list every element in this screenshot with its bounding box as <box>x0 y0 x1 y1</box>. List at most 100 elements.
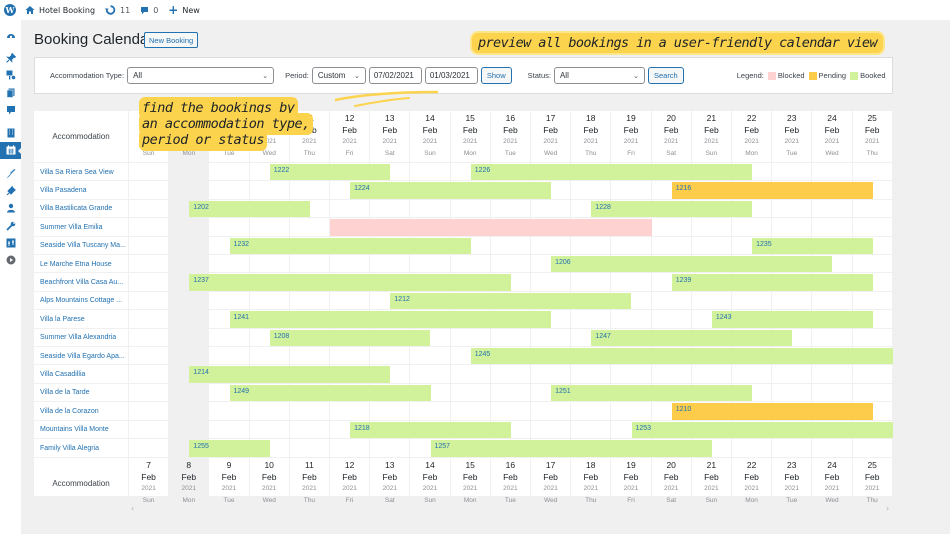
day-number: 15 <box>465 113 475 123</box>
booking-booked[interactable]: 1253 <box>631 421 893 439</box>
accommodation-link[interactable]: Villa Pasadena <box>34 181 129 200</box>
accommodation-link[interactable]: Summer Villa Alexandria <box>34 328 129 347</box>
accommodation-link[interactable]: Beachfront Villa Casa Au... <box>34 273 129 292</box>
sidebar-item-appearance[interactable] <box>0 165 21 182</box>
accommodation-link[interactable]: Family Villa Alegria <box>34 439 129 458</box>
booking-booked[interactable]: 1243 <box>711 311 873 329</box>
date-from-input[interactable]: 07/02/2021 <box>368 67 422 84</box>
wordpress-logo-button[interactable]: W <box>0 0 20 20</box>
sidebar-item-dashboard[interactable] <box>0 26 21 43</box>
day-month: Feb <box>462 472 478 483</box>
booking-booked[interactable]: 1228 <box>591 200 753 218</box>
day-cell <box>772 163 813 182</box>
date-to-input[interactable]: 01/03/2021 <box>424 67 478 84</box>
booking-booked[interactable]: 1257 <box>430 440 712 457</box>
sidebar-item-bookings[interactable] <box>0 141 22 160</box>
sidebar-item-posts[interactable] <box>0 49 21 66</box>
booking-booked[interactable]: 1212 <box>390 292 632 310</box>
scroll-left-button[interactable]: ‹ <box>131 504 134 513</box>
booking-booked[interactable]: 1226 <box>470 164 753 181</box>
accommodation-link[interactable]: Villa Sa Riera Sea View <box>34 163 129 182</box>
booking-booked[interactable]: 1208 <box>269 329 431 347</box>
accommodation-link[interactable]: Le Marche Etna House <box>34 255 129 274</box>
new-booking-button[interactable]: New Booking <box>144 32 199 48</box>
day-year: 2021 <box>503 485 518 493</box>
day-header: 22 Feb 2021 Mon <box>732 458 773 510</box>
sidebar-item-comments[interactable] <box>0 101 21 118</box>
sidebar-item-pages[interactable] <box>0 84 21 101</box>
period-select[interactable]: Custom ⌄ <box>311 67 366 84</box>
accommodation-link[interactable]: Villa Bastilicata Grande <box>34 199 129 219</box>
day-cell <box>250 291 290 311</box>
sidebar-item-plugins[interactable] <box>0 182 21 199</box>
booking-pending[interactable]: 1216 <box>671 182 873 200</box>
legend-pending: Pending <box>818 71 847 80</box>
booking-booked[interactable]: 1249 <box>229 384 431 402</box>
day-month: Feb <box>824 472 840 483</box>
day-header: 14 Feb 2021 Sun <box>410 458 451 510</box>
booking-pending[interactable]: 1210 <box>671 403 873 421</box>
booking-booked[interactable]: 1255 <box>189 440 270 457</box>
booking-booked[interactable]: 1245 <box>470 348 893 365</box>
booking-booked[interactable]: 1218 <box>350 421 511 439</box>
day-year: 2021 <box>824 138 840 145</box>
search-button[interactable]: Search <box>647 67 684 84</box>
new-content-link[interactable]: + New <box>163 0 205 20</box>
accommodation-type-select[interactable]: All ⌄ <box>127 67 275 84</box>
accommodation-link[interactable]: Villa la Parese <box>34 310 129 329</box>
dashboard-icon <box>6 33 15 38</box>
accommodation-link[interactable]: Villa Casadillia <box>34 365 129 384</box>
day-cell <box>611 402 652 421</box>
booking-booked[interactable]: 1241 <box>229 311 552 329</box>
booking-booked[interactable]: 1247 <box>591 329 793 347</box>
day-cell <box>812 163 853 182</box>
accommodation-link[interactable]: Villa de la Corazon <box>34 402 129 421</box>
day-weekday: Tue <box>786 497 798 505</box>
day-number: 18 <box>586 113 596 123</box>
day-cell <box>370 199 411 219</box>
sidebar-item-settings[interactable] <box>0 234 21 251</box>
table-row: Seaside Villa Egardo Apa... 1245 <box>34 346 893 366</box>
accommodation-link[interactable]: Seaside Villa Tuscany Ma... <box>34 236 129 255</box>
day-cell <box>571 273 612 292</box>
booking-booked[interactable]: 1237 <box>189 274 511 292</box>
booking-booked[interactable]: 1214 <box>189 366 391 384</box>
sidebar-item-tools[interactable] <box>0 217 21 234</box>
accommodation-link[interactable]: Seaside Villa Egardo Apa... <box>34 347 129 366</box>
booking-booked[interactable]: 1239 <box>671 274 873 292</box>
sidebar-item-media[interactable] <box>0 67 21 84</box>
chevron-down-icon: ⌄ <box>262 72 269 80</box>
accommodation-link[interactable]: Mountains Villa Monte <box>34 420 129 439</box>
sidebar-item-users[interactable] <box>0 200 21 217</box>
booking-booked[interactable]: 1251 <box>551 384 753 402</box>
play-icon <box>6 255 15 265</box>
day-cell <box>571 310 612 329</box>
sidebar-item-collapse[interactable] <box>0 252 21 269</box>
scroll-right-button[interactable]: › <box>886 504 889 513</box>
sidebar-item-accommodations[interactable] <box>0 124 21 141</box>
comments-link[interactable]: 0 <box>135 0 163 20</box>
day-cell <box>330 199 371 219</box>
accommodation-link[interactable]: Summer Villa Emilia <box>34 218 129 237</box>
day-header: 23 Feb 2021 Tue <box>772 458 813 510</box>
updates-link[interactable]: 11 <box>100 0 135 20</box>
day-month: Feb <box>784 125 800 135</box>
booking-booked[interactable]: 1224 <box>350 182 552 200</box>
booking-blocked[interactable] <box>330 219 652 237</box>
booking-booked[interactable]: 1222 <box>269 164 391 181</box>
booking-booked[interactable]: 1235 <box>752 237 873 255</box>
accommodation-link[interactable]: Alps Mountains Cottage ... <box>34 291 129 311</box>
booking-booked[interactable]: 1232 <box>229 237 471 255</box>
day-cell <box>250 347 290 366</box>
day-cell <box>370 255 411 274</box>
show-button[interactable]: Show <box>480 67 512 84</box>
day-header: 12 Feb 2021 Fri <box>330 458 371 510</box>
booking-booked[interactable]: 1202 <box>189 200 310 218</box>
site-name-link[interactable]: Hotel Booking <box>20 0 100 20</box>
day-cell <box>209 218 250 237</box>
accommodation-link[interactable]: Villa de la Tarde <box>34 383 129 403</box>
status-select[interactable]: All ⌄ <box>553 67 645 84</box>
booking-booked[interactable]: 1206 <box>551 256 833 273</box>
table-row: Le Marche Etna House 1206 <box>34 254 893 274</box>
day-cell <box>531 199 572 219</box>
